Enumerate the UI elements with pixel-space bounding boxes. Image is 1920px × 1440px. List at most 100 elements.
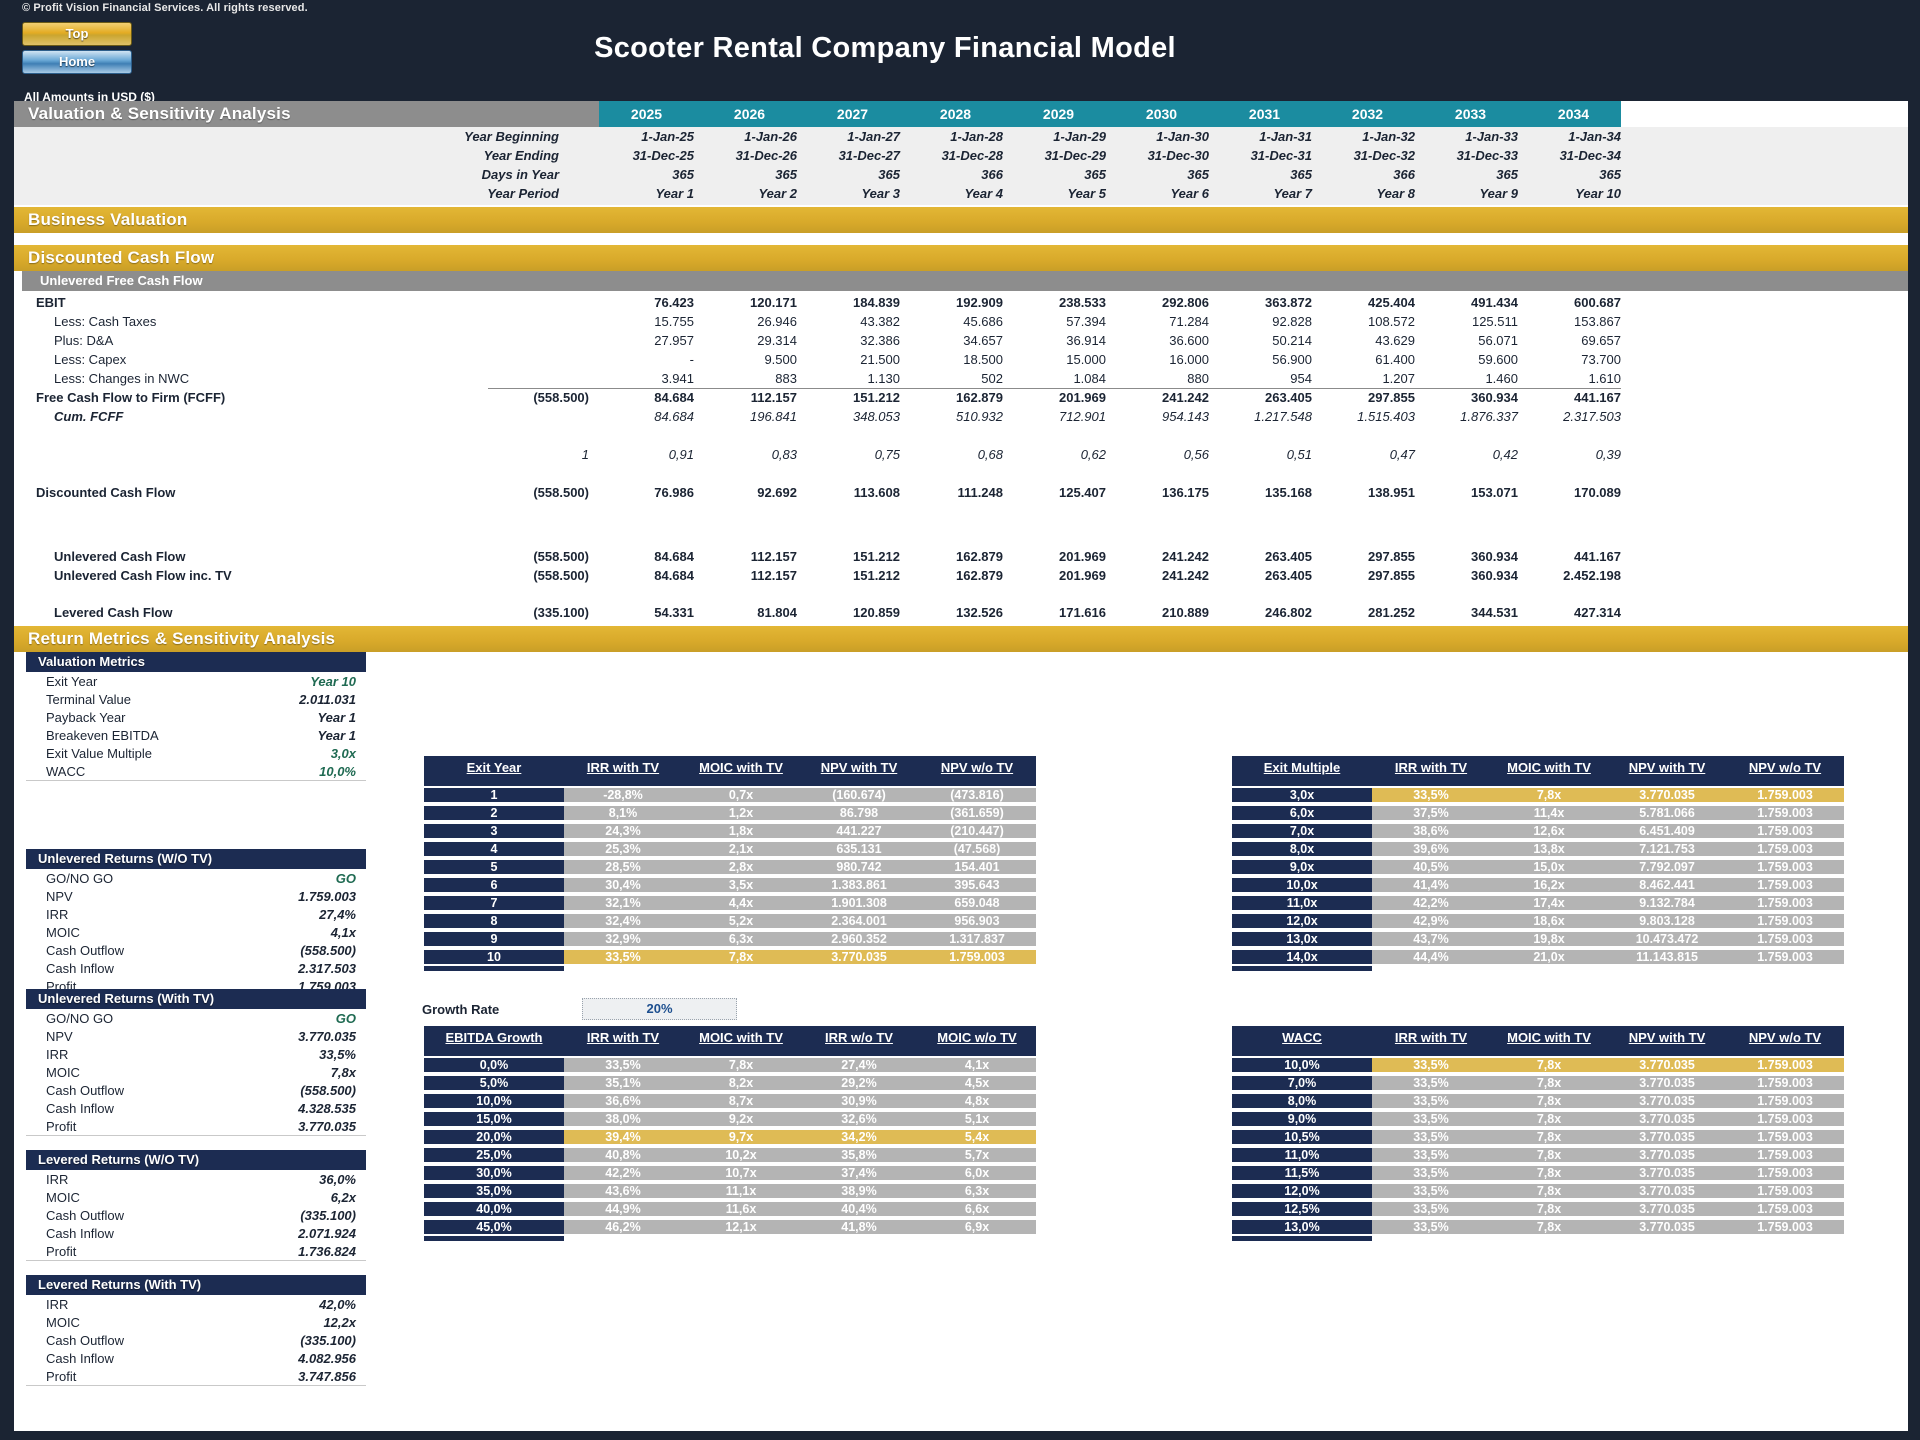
table-row[interactable]: 14,0x 44,4% 21,0x 11.143.815 1.759.003 — [1232, 948, 1844, 966]
table-row[interactable]: 7,0x 38,6% 12,6x 6.451.409 1.759.003 — [1232, 822, 1844, 840]
table-row[interactable]: 13,0% 33,5% 7,8x 3.770.035 1.759.003 — [1232, 1218, 1844, 1236]
table-row[interactable]: 13,0x 43,7% 19,8x 10.473.472 1.759.003 — [1232, 930, 1844, 948]
dcf-cell-4-7: 1.207 — [1382, 371, 1415, 386]
table-footer — [1232, 1236, 1372, 1241]
column-header-2: NPV with TV — [1628, 759, 1706, 775]
timeline-year_period-8: Year 9 — [1479, 186, 1518, 201]
table-row[interactable]: 30,0% 42,2% 10,7x 37,4% 6,0x — [424, 1164, 1036, 1182]
table-row[interactable]: 8,0x 39,6% 13,8x 7.121.753 1.759.003 — [1232, 840, 1844, 858]
panel-row-value: 3.747.856 — [298, 1368, 356, 1384]
cell-3: 5,4x — [918, 1130, 1036, 1144]
table-row[interactable]: 40,0% 44,9% 11,6x 40,4% 6,6x — [424, 1200, 1036, 1218]
table-row[interactable]: 5,0% 35,1% 8,2x 29,2% 4,5x — [424, 1074, 1036, 1092]
cell-2: 11.143.815 — [1608, 950, 1726, 964]
table-row[interactable]: 35,0% 43,6% 11,1x 38,9% 6,3x — [424, 1182, 1036, 1200]
cell-0: 33,5% — [1372, 788, 1490, 802]
panel-row: MOIC 7,8x — [26, 1063, 366, 1081]
table-row[interactable]: 11,0% 33,5% 7,8x 3.770.035 1.759.003 — [1232, 1146, 1844, 1164]
table-row[interactable]: 10,0x 41,4% 16,2x 8.462.441 1.759.003 — [1232, 876, 1844, 894]
cell-0: 44,9% — [564, 1202, 682, 1216]
panel-row: Breakeven EBITDA Year 1 — [26, 726, 366, 744]
table-row[interactable]: 3,0x 33,5% 7,8x 3.770.035 1.759.003 — [1232, 786, 1844, 804]
table-row[interactable]: 7 32,1% 4,4x 1.901.308 659.048 — [424, 894, 1036, 912]
table-row[interactable]: 9 32,9% 6,3x 2.960.352 1.317.837 — [424, 930, 1036, 948]
table-row[interactable]: 9,0% 33,5% 7,8x 3.770.035 1.759.003 — [1232, 1110, 1844, 1128]
table-row[interactable]: 5 28,5% 2,8x 980.742 154.401 — [424, 858, 1036, 876]
dcf-cum-fcff-2: 348.053 — [853, 409, 900, 424]
table-row[interactable]: 4 25,3% 2,1x 635.131 (47.568) — [424, 840, 1036, 858]
row-key: 9 — [424, 932, 564, 946]
dcf-cell-3-2: 21.500 — [860, 352, 900, 367]
panel-row: Cash Inflow 4.328.535 — [26, 1099, 366, 1117]
cell-1: 5,2x — [682, 914, 800, 928]
table-row[interactable]: 45,0% 46,2% 12,1x 41,8% 6,9x — [424, 1218, 1036, 1236]
cell-0: 33,5% — [1372, 1220, 1490, 1234]
table-row[interactable]: 1 -28,8% 0,7x (160.674) (473.816) — [424, 786, 1036, 804]
cell-3: 4,8x — [918, 1094, 1036, 1108]
panel-unlevered-returns-with-tv: Unlevered Returns (With TV) GO/NO GO GO NPV… — [26, 989, 366, 1137]
table-row[interactable]: 11,5% 33,5% 7,8x 3.770.035 1.759.003 — [1232, 1164, 1844, 1182]
table-row[interactable]: 8,0% 33,5% 7,8x 3.770.035 1.759.003 — [1232, 1092, 1844, 1110]
dcf-cell-0-7: 425.404 — [1368, 295, 1415, 310]
column-header-1: MOIC with TV — [1507, 1029, 1591, 1045]
cell-1: 7,8x — [1490, 1148, 1608, 1162]
table-row[interactable]: 10 33,5% 7,8x 3.770.035 1.759.003 — [424, 948, 1036, 966]
dcf-row-label-4: Less: Changes in NWC — [54, 371, 190, 386]
cell-1: 7,8x — [1490, 1202, 1608, 1216]
row-key: 45,0% — [424, 1220, 564, 1234]
dcf-cell-3-7: 61.400 — [1375, 352, 1415, 367]
dcf-cell-2-9: 69.657 — [1581, 333, 1621, 348]
dcf-cell-1-8: 125.511 — [1471, 314, 1518, 329]
dcf-cell-2-5: 36.600 — [1169, 333, 1209, 348]
growth-rate-input[interactable]: 20% — [582, 998, 737, 1020]
table-row[interactable]: 12,0x 42,9% 18,6x 9.803.128 1.759.003 — [1232, 912, 1844, 930]
sensitivity-table-wacc: WACC IRR with TV MOIC with TV NPV with TV NP… — [1232, 1026, 1844, 1241]
dcf-cell-1-3: 45.686 — [963, 314, 1003, 329]
table-row[interactable]: 6,0x 37,5% 11,4x 5.781.066 1.759.003 — [1232, 804, 1844, 822]
timeline-year_period-4: Year 5 — [1067, 186, 1106, 201]
dcf-cell-5-6: 263.405 — [1265, 390, 1312, 405]
cell-2: 3.770.035 — [1608, 788, 1726, 802]
table-row[interactable]: 20,0% 39,4% 9,7x 34,2% 5,4x — [424, 1128, 1036, 1146]
panel-row-value: 12,2x — [323, 1314, 356, 1330]
dcf-discounted-2: 113.608 — [853, 485, 900, 500]
panel-row-label: MOIC — [46, 924, 80, 940]
panel-row-value: 27,4% — [319, 906, 356, 922]
cell-1: 7,8x — [1490, 1184, 1608, 1198]
table-row[interactable]: 7,0% 33,5% 7,8x 3.770.035 1.759.003 — [1232, 1074, 1844, 1092]
table-row[interactable]: 25,0% 40,8% 10,2x 35,8% 5,7x — [424, 1146, 1036, 1164]
cell-0: 33,5% — [1372, 1058, 1490, 1072]
table-row[interactable]: 12,5% 33,5% 7,8x 3.770.035 1.759.003 — [1232, 1200, 1844, 1218]
table-row[interactable]: 3 24,3% 1,8x 441.227 (210.447) — [424, 822, 1036, 840]
table-row[interactable]: 2 8,1% 1,2x 86.798 (361.659) — [424, 804, 1036, 822]
row-key: 13,0x — [1232, 932, 1372, 946]
table-row[interactable]: 6 30,4% 3,5x 1.383.861 395.643 — [424, 876, 1036, 894]
cell-0: 28,5% — [564, 860, 682, 874]
table-row[interactable]: 8 32,4% 5,2x 2.364.001 956.903 — [424, 912, 1036, 930]
dcf-cum-fcff-3: 510.932 — [956, 409, 1003, 424]
dcf-cell-2-2: 32.386 — [860, 333, 900, 348]
table-row[interactable]: 11,0x 42,2% 17,4x 9.132.784 1.759.003 — [1232, 894, 1844, 912]
table-row[interactable]: 15,0% 38,0% 9,2x 32,6% 5,1x — [424, 1110, 1036, 1128]
cell-2: 7.121.753 — [1608, 842, 1726, 856]
table-row[interactable]: 10,0% 33,5% 7,8x 3.770.035 1.759.003 — [1232, 1056, 1844, 1074]
cashflow-1-9: 2.452.198 — [1563, 568, 1621, 583]
dcf-cell-5-3: 162.879 — [956, 390, 1003, 405]
year-header-2025: 2025 — [599, 101, 694, 127]
row-key: 8 — [424, 914, 564, 928]
dcf-discounted-0: 76.986 — [654, 485, 694, 500]
table-row[interactable]: 10,5% 33,5% 7,8x 3.770.035 1.759.003 — [1232, 1128, 1844, 1146]
cell-2: 3.770.035 — [1608, 1202, 1726, 1216]
cell-0: 33,5% — [1372, 1184, 1490, 1198]
table-row[interactable]: 0,0% 33,5% 7,8x 27,4% 4,1x — [424, 1056, 1036, 1074]
table-row[interactable]: 10,0% 36,6% 8,7x 30,9% 4,8x — [424, 1092, 1036, 1110]
cell-2: 2.364.001 — [800, 914, 918, 928]
panel-divider — [26, 1385, 366, 1387]
panel-row-label: Profit — [46, 1118, 77, 1134]
timeline-year_ending-6: 31-Dec-31 — [1250, 148, 1312, 163]
timeline-days_in_year-8: 365 — [1496, 167, 1518, 182]
cashflow-2-3: 132.526 — [956, 605, 1003, 620]
cell-1: 7,8x — [682, 950, 800, 964]
table-row[interactable]: 9,0x 40,5% 15,0x 7.792.097 1.759.003 — [1232, 858, 1844, 876]
table-row[interactable]: 12,0% 33,5% 7,8x 3.770.035 1.759.003 — [1232, 1182, 1844, 1200]
